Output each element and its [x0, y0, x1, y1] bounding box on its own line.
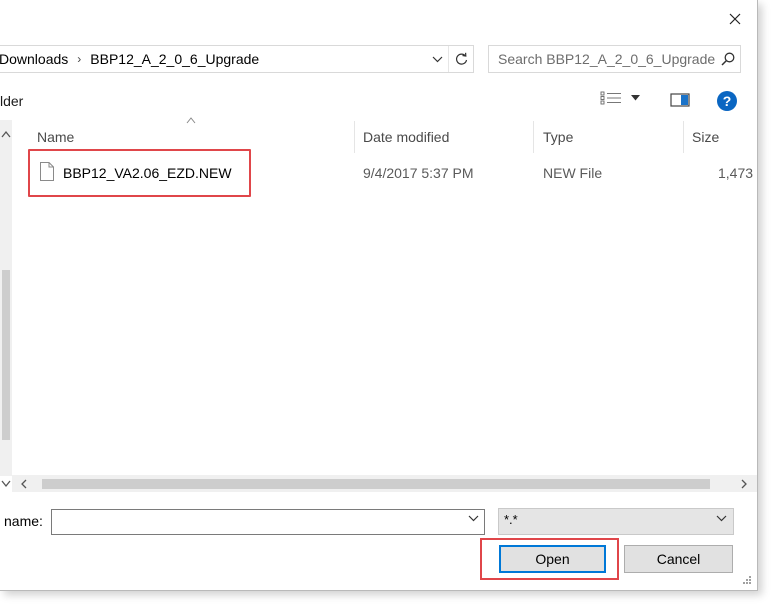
breadcrumb-separator: › [77, 52, 82, 66]
new-folder-button[interactable]: lder [0, 93, 23, 109]
chevron-down-icon [432, 56, 442, 62]
column-divider[interactable] [354, 121, 355, 153]
file-type-select[interactable]: *.* [498, 508, 734, 535]
breadcrumb-downloads[interactable]: Downloads [0, 51, 68, 67]
column-divider[interactable] [683, 121, 684, 153]
refresh-button[interactable] [448, 46, 473, 72]
chevron-down-icon[interactable] [468, 515, 479, 522]
column-divider[interactable] [533, 121, 534, 153]
column-header-name[interactable]: Name [37, 129, 74, 145]
scroll-left-arrow-icon[interactable] [20, 479, 28, 489]
search-icon[interactable] [716, 52, 740, 66]
file-name[interactable]: BBP12_VA2.06_EZD.NEW [63, 165, 232, 181]
file-name-label: name: [4, 513, 43, 529]
scroll-right-arrow-icon[interactable] [740, 479, 748, 489]
file-type-value: *.* [504, 512, 518, 527]
horizontal-scroll-thumb[interactable] [42, 479, 710, 489]
file-type: NEW File [543, 165, 603, 181]
chevron-down-icon [716, 515, 727, 522]
column-header-date-modified[interactable]: Date modified [363, 129, 449, 145]
column-header-type[interactable]: Type [543, 129, 573, 145]
open-file-dialog: Downloads › BBP12_A_2_0_6_Upgrade Search… [0, 0, 758, 591]
scroll-down-arrow-icon[interactable] [1, 480, 11, 488]
breadcrumb-current-folder[interactable]: BBP12_A_2_0_6_Upgrade [90, 51, 259, 67]
close-button[interactable] [718, 4, 752, 34]
chevron-down-icon [631, 95, 640, 101]
horizontal-scrollbar[interactable] [12, 475, 757, 492]
change-view-button[interactable] [600, 91, 640, 105]
refresh-icon [455, 52, 467, 65]
close-icon [729, 13, 741, 25]
file-icon [40, 162, 54, 181]
file-size: 1,473 [718, 165, 754, 181]
preview-pane-icon [670, 93, 690, 107]
help-button[interactable]: ? [717, 91, 737, 111]
sort-ascending-icon [186, 117, 196, 124]
scroll-up-arrow-icon[interactable] [1, 130, 11, 138]
file-name-input[interactable] [51, 509, 485, 535]
column-header-size[interactable]: Size [692, 129, 719, 145]
search-input[interactable]: Search BBP12_A_2_0_6_Upgrade [489, 51, 716, 67]
view-details-icon [600, 91, 621, 105]
resize-grip-icon[interactable] [740, 575, 752, 587]
address-bar[interactable]: Downloads › BBP12_A_2_0_6_Upgrade [0, 45, 474, 73]
open-button[interactable]: Open [499, 545, 606, 573]
search-box[interactable]: Search BBP12_A_2_0_6_Upgrade [488, 45, 741, 73]
address-history-button[interactable] [426, 46, 448, 72]
navigation-scroll-thumb[interactable] [2, 270, 10, 440]
preview-pane-button[interactable] [670, 92, 690, 111]
navigation-pane-scrollbar[interactable] [0, 120, 12, 476]
help-icon: ? [722, 93, 732, 109]
cancel-button[interactable]: Cancel [624, 545, 733, 573]
file-date-modified: 9/4/2017 5:37 PM [363, 165, 474, 181]
